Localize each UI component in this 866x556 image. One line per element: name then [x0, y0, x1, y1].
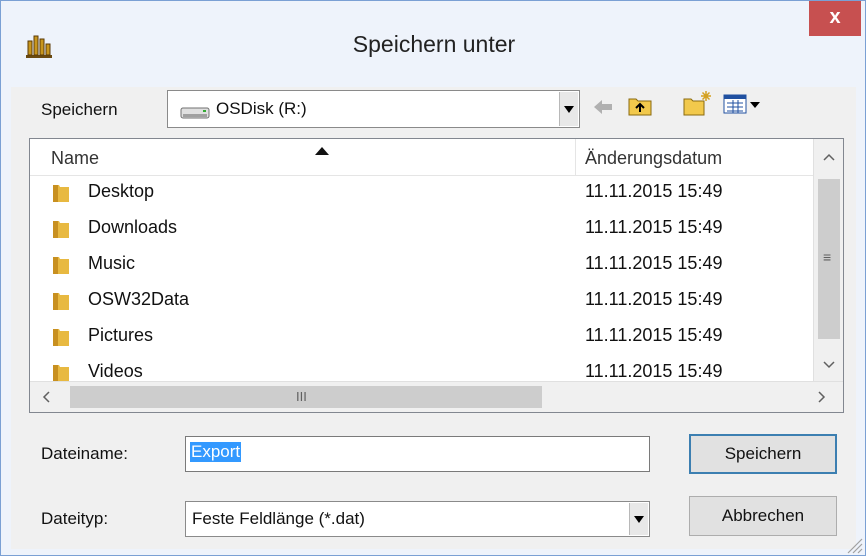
item-date: 11.11.2015 15:49	[585, 181, 723, 201]
list-item[interactable]: Pictures 11.11.2015 15:49	[30, 319, 813, 355]
list-header: Name Änderungsdatum	[30, 139, 813, 176]
item-date: 11.11.2015 15:49	[585, 217, 723, 237]
thumb-grip: ≡	[823, 249, 832, 265]
item-date: 11.11.2015 15:49	[585, 361, 723, 381]
list-item[interactable]: Videos 11.11.2015 15:49	[30, 355, 813, 381]
window-title: Speichern unter	[352, 31, 516, 57]
column-divider[interactable]	[575, 139, 576, 175]
list-item[interactable]: Music 11.11.2015 15:49	[30, 247, 813, 283]
vertical-scroll-thumb[interactable]: ≡	[818, 179, 840, 339]
horizontal-scroll-thumb[interactable]: III	[70, 386, 542, 408]
title-bar: Speichern unter x	[1, 1, 865, 87]
thumb-grip: III	[296, 389, 307, 404]
item-date: 11.11.2015 15:49	[585, 253, 723, 273]
chevron-down-icon[interactable]	[629, 503, 648, 535]
item-name: Videos	[88, 361, 143, 381]
item-name: Music	[88, 253, 136, 273]
resize-grip-icon[interactable]	[843, 534, 863, 554]
item-name: Downloads	[88, 217, 178, 237]
filetype-label: Dateityp:	[41, 509, 109, 528]
scroll-down-icon[interactable]	[823, 361, 835, 369]
folder-icon	[53, 329, 69, 346]
item-date: 11.11.2015 15:49	[585, 289, 723, 309]
save-as-dialog: Speichern unter x Speichern OSDisk (R:) …	[0, 0, 866, 556]
scroll-right-icon[interactable]	[818, 391, 826, 403]
new-folder-icon[interactable]	[682, 89, 714, 117]
folder-icon	[53, 293, 69, 310]
list-item[interactable]: Desktop 11.11.2015 15:49	[30, 175, 813, 211]
filetype-dropdown[interactable]: Feste Feldlänge (*.dat)	[185, 501, 650, 537]
folder-icon	[53, 185, 69, 202]
filetype-value: Feste Feldlänge (*.dat)	[192, 509, 365, 528]
view-menu-icon[interactable]	[723, 93, 763, 115]
list-rows: Desktop 11.11.2015 15:49 Downloads 11.11…	[30, 175, 813, 381]
up-folder-icon[interactable]	[627, 93, 653, 117]
folder-icon	[53, 365, 69, 381]
vertical-scrollbar[interactable]: ≡	[813, 139, 843, 381]
filename-label: Dateiname:	[41, 444, 128, 463]
folder-icon	[53, 257, 69, 274]
back-arrow-icon[interactable]	[593, 98, 613, 116]
list-item[interactable]: Downloads 11.11.2015 15:49	[30, 211, 813, 247]
save-button[interactable]: Speichern	[689, 434, 837, 474]
horizontal-scrollbar[interactable]: III	[30, 381, 843, 412]
list-item[interactable]: OSW32Data 11.11.2015 15:49	[30, 283, 813, 319]
sort-ascending-icon	[315, 147, 329, 155]
drive-icon	[180, 107, 210, 119]
save-in-label: Speichern	[41, 100, 118, 119]
scroll-left-icon[interactable]	[42, 391, 50, 403]
item-date: 11.11.2015 15:49	[585, 325, 723, 345]
item-name: Pictures	[88, 325, 154, 345]
file-list[interactable]: Name Änderungsdatum Desktop 11.11.2015 1…	[29, 138, 844, 413]
item-name: Desktop	[88, 181, 155, 201]
chevron-down-icon[interactable]	[559, 92, 578, 126]
folder-icon	[53, 221, 69, 238]
save-in-value: OSDisk (R:)	[216, 99, 307, 118]
scroll-up-icon[interactable]	[823, 153, 835, 161]
column-header-date[interactable]: Änderungsdatum	[585, 139, 722, 175]
filename-value: Export	[190, 442, 242, 462]
save-in-dropdown[interactable]: OSDisk (R:)	[167, 90, 580, 128]
filename-input[interactable]: Export	[185, 436, 650, 472]
column-header-name[interactable]: Name	[51, 139, 99, 175]
cancel-button[interactable]: Abbrechen	[689, 496, 837, 536]
item-name: OSW32Data	[88, 289, 190, 309]
close-button[interactable]: x	[809, 1, 861, 36]
